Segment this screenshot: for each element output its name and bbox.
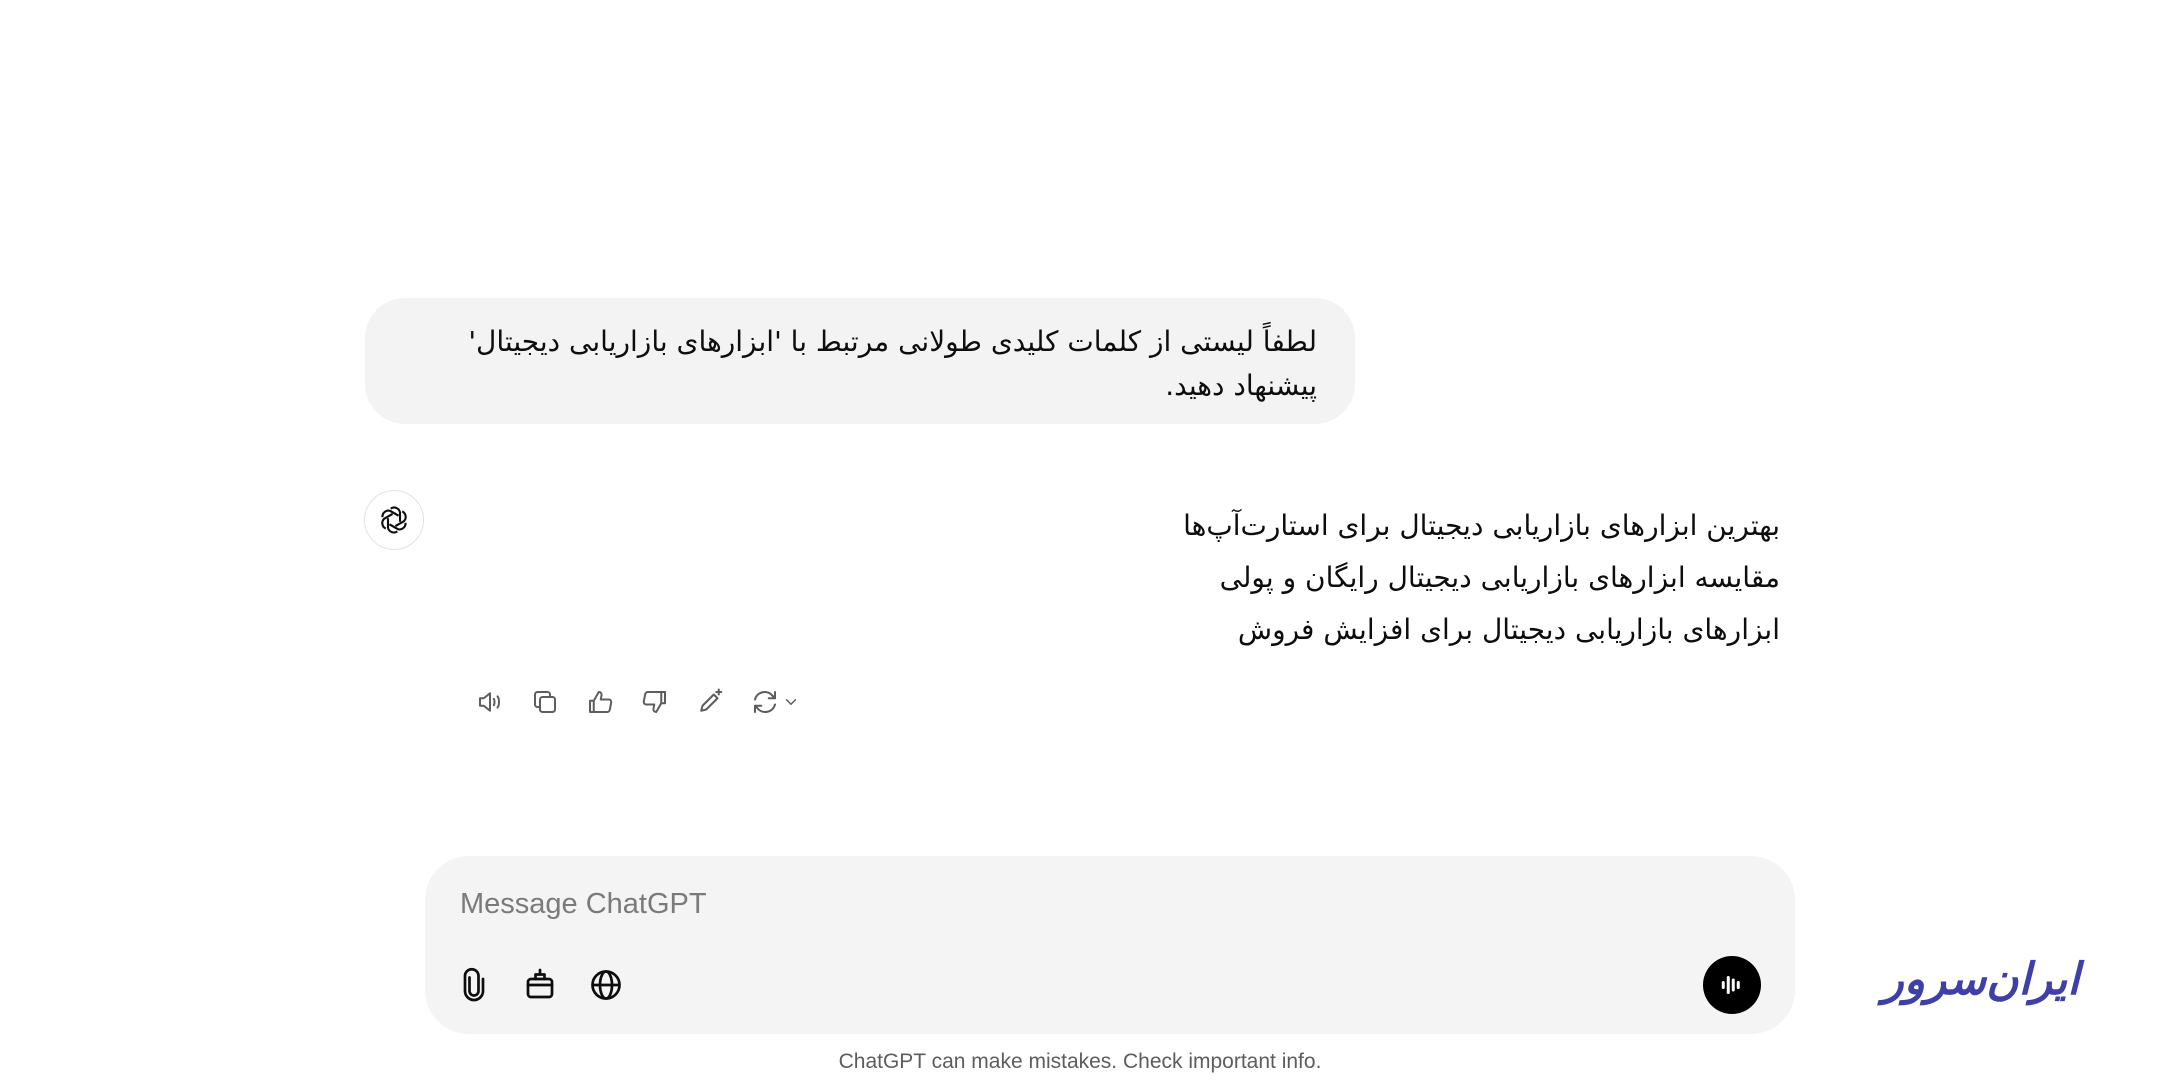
regenerate-button[interactable] [743,680,807,724]
read-aloud-button[interactable] [468,680,512,724]
good-response-button[interactable] [578,680,622,724]
search-web-button[interactable] [581,960,631,1010]
voice-mode-icon [1721,976,1740,994]
response-line: بهترین ابزارهای بازاریابی دیجیتال برای ا… [1183,509,1780,542]
composer [425,856,1795,1034]
composer-tools [449,960,647,1010]
copy-icon [534,691,556,713]
assistant-response: بهترین ابزارهای بازاریابی دیجیتال برای ا… [1000,500,1780,656]
thumbs-up-icon [589,691,613,713]
bad-response-button[interactable] [633,680,677,724]
thumbs-down-icon [642,691,666,713]
tools-button[interactable] [515,960,565,1010]
disclaimer-text: ChatGPT can make mistakes. Check importa… [838,1050,1322,1073]
user-message-text: لطفاً لیستی از کلمات کلیدی طولانی مرتبط … [468,325,1317,402]
user-message-bubble: لطفاً لیستی از کلمات کلیدی طولانی مرتبط … [365,298,1355,424]
edit-in-canvas-button[interactable] [688,680,732,724]
message-actions [468,680,818,724]
message-input[interactable] [458,878,1662,930]
speaker-icon [479,692,500,712]
iranserver-logo: ایران‌سرور [1877,954,2086,1006]
response-line: مقایسه ابزارهای بازاریابی دیجیتال رایگان… [1219,561,1780,594]
copy-button[interactable] [523,680,567,724]
attach-button[interactable] [449,960,499,1010]
svg-text:ایران‌سرور: ایران‌سرور [1877,954,2086,1006]
assistant-avatar [364,490,424,550]
chevron-down-icon [785,699,797,705]
toolbox-icon [526,968,554,999]
pencil-sparkle-icon [700,688,723,712]
voice-mode-button[interactable] [1703,956,1761,1014]
globe-icon [591,970,621,1000]
chat-page: لطفاً لیستی از کلمات کلیدی طولانی مرتبط … [0,0,2160,1080]
response-line: ابزارهای بازاریابی دیجیتال برای افزایش ف… [1237,613,1780,646]
paperclip-icon [463,967,485,1002]
refresh-icon [754,691,776,713]
openai-logo-icon [381,506,407,534]
